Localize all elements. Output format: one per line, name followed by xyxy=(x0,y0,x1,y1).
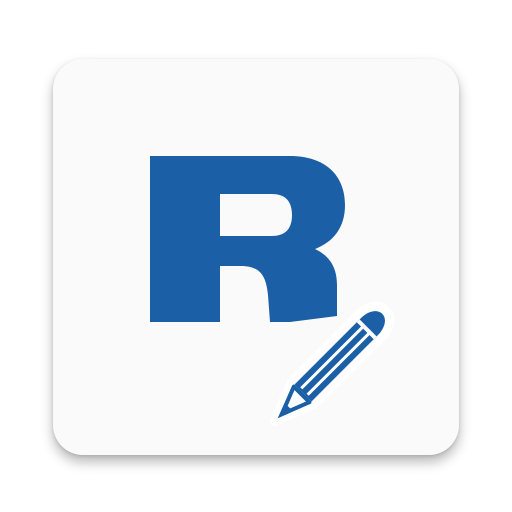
letter-r-glyph xyxy=(150,156,345,322)
app-logo xyxy=(150,156,395,426)
app-icon-canvas xyxy=(0,0,512,512)
